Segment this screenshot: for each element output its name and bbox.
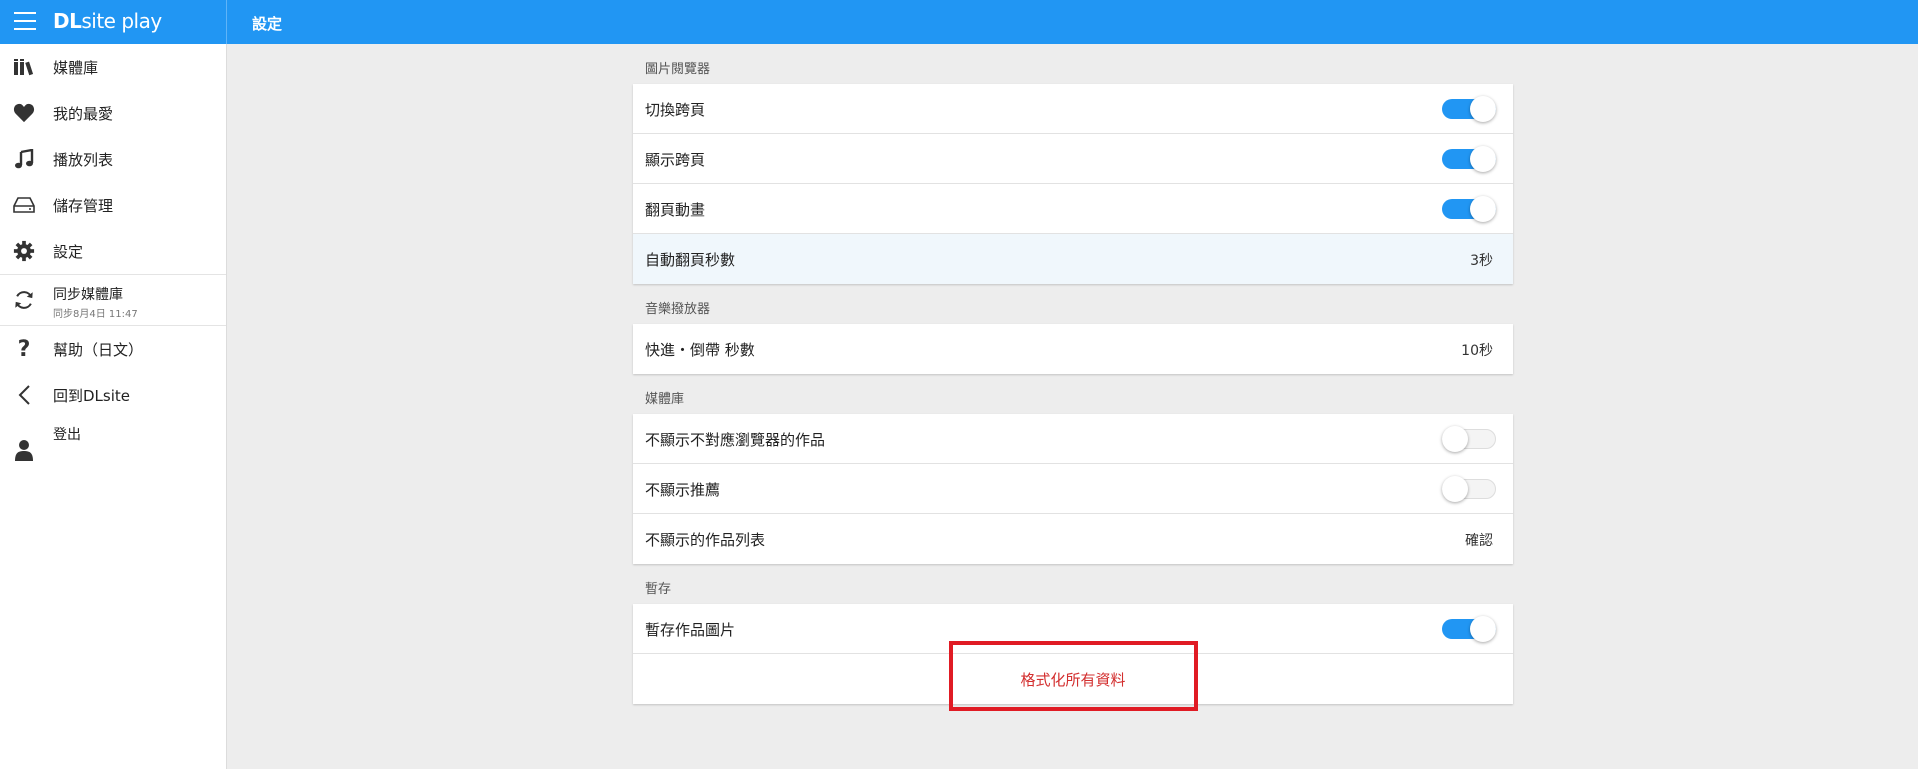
sidebar-item-label: 登出 bbox=[53, 427, 81, 443]
sidebar-item-logout[interactable]: 登出 bbox=[0, 418, 226, 464]
format-all-data-button[interactable]: 格式化所有資料 bbox=[633, 669, 1513, 690]
section-heading-cache: 暫存 bbox=[645, 582, 672, 597]
setting-label: 不顯示不對應瀏覽器的作品 bbox=[645, 431, 826, 449]
sidebar-item-playlist[interactable]: 播放列表 bbox=[0, 136, 226, 182]
section-heading-music-player: 音樂撥放器 bbox=[645, 302, 711, 317]
settings-content: 圖片閱覽器 切換跨頁 顯示跨頁 翻頁動畫 自動翻頁秒數 3秒 音樂撥放器 快進・… bbox=[633, 44, 1513, 704]
sidebar-item-favorites[interactable]: 我的最愛 bbox=[0, 90, 226, 136]
sidebar-item-label: 儲存管理 bbox=[53, 196, 114, 215]
setting-label: 切換跨頁 bbox=[645, 101, 706, 119]
logo-main-text: DL bbox=[53, 9, 82, 33]
setting-label: 自動翻頁秒數 bbox=[645, 251, 736, 269]
hide-unsupported-toggle[interactable] bbox=[1442, 426, 1496, 452]
setting-label: 不顯示的作品列表 bbox=[645, 531, 766, 549]
cache-images-toggle[interactable] bbox=[1442, 616, 1496, 642]
music-note-icon bbox=[12, 147, 36, 171]
setting-row-seek-seconds[interactable]: 快進・倒帶 秒數 10秒 bbox=[633, 324, 1513, 374]
sidebar-item-help[interactable]: ? 幫助（日文） bbox=[0, 326, 226, 372]
setting-row-spread-switch[interactable]: 切換跨頁 bbox=[633, 84, 1513, 134]
sync-icon bbox=[12, 288, 36, 312]
spread-switch-toggle[interactable] bbox=[1442, 96, 1496, 122]
sidebar-item-back-to-dlsite[interactable]: 回到DLsite bbox=[0, 372, 226, 418]
sidebar-item-label: 回到DLsite bbox=[53, 386, 130, 405]
section-heading-image-viewer: 圖片閱覽器 bbox=[645, 62, 711, 77]
sidebar-item-settings[interactable]: 設定 bbox=[0, 228, 226, 274]
heart-icon bbox=[12, 101, 36, 125]
setting-label: 快進・倒帶 秒數 bbox=[645, 341, 755, 359]
app-logo[interactable]: DLsite play bbox=[53, 9, 162, 33]
sidebar-item-label: 設定 bbox=[53, 242, 84, 261]
sidebar-item-label: 媒體庫 bbox=[53, 58, 99, 77]
page-title: 設定 bbox=[252, 15, 283, 33]
show-spread-toggle[interactable] bbox=[1442, 146, 1496, 172]
top-bar: DLsite play 設定 bbox=[0, 0, 1918, 44]
setting-label: 暫存作品圖片 bbox=[645, 621, 736, 639]
setting-label: 顯示跨頁 bbox=[645, 151, 706, 169]
sidebar-item-label: 同步媒體庫 bbox=[53, 287, 123, 303]
app-window: DLsite play 設定 媒體庫 我的最愛 播放列表 儲存管理 設定 同步媒… bbox=[0, 0, 1918, 769]
setting-label: 不顯示推薦 bbox=[645, 481, 721, 499]
sidebar-item-library[interactable]: 媒體庫 bbox=[0, 44, 226, 90]
sidebar-item-label: 我的最愛 bbox=[53, 104, 114, 123]
auto-page-seconds-value: 3秒 bbox=[1470, 253, 1493, 269]
setting-row-page-animation[interactable]: 翻頁動畫 bbox=[633, 184, 1513, 234]
library-icon bbox=[12, 55, 36, 79]
setting-row-hidden-works-list[interactable]: 不顯示的作品列表 確認 bbox=[633, 514, 1513, 564]
storage-icon bbox=[12, 193, 36, 217]
page-animation-toggle[interactable] bbox=[1442, 196, 1496, 222]
sync-timestamp: 同步8月4日 11:47 bbox=[53, 309, 138, 320]
library-card: 不顯示不對應瀏覽器的作品 不顯示推薦 不顯示的作品列表 確認 bbox=[633, 414, 1513, 564]
sidebar-item-sync-library[interactable]: 同步媒體庫 同步8月4日 11:47 bbox=[0, 274, 226, 326]
sidebar-item-storage[interactable]: 儲存管理 bbox=[0, 182, 226, 228]
image-viewer-card: 切換跨頁 顯示跨頁 翻頁動畫 自動翻頁秒數 3秒 bbox=[633, 84, 1513, 284]
setting-row-cache-images[interactable]: 暫存作品圖片 bbox=[633, 604, 1513, 654]
hamburger-menu-icon[interactable] bbox=[14, 12, 36, 32]
music-player-card: 快進・倒帶 秒數 10秒 bbox=[633, 324, 1513, 374]
format-all-data-row[interactable]: 格式化所有資料 bbox=[633, 654, 1513, 704]
cache-card: 暫存作品圖片 格式化所有資料 bbox=[633, 604, 1513, 704]
brand-area: DLsite play bbox=[0, 0, 227, 44]
setting-label: 翻頁動畫 bbox=[645, 201, 706, 219]
setting-row-show-spread[interactable]: 顯示跨頁 bbox=[633, 134, 1513, 184]
hide-recommendations-toggle[interactable] bbox=[1442, 476, 1496, 502]
sidebar-item-label: 幫助（日文） bbox=[53, 340, 144, 359]
sidebar-item-label: 播放列表 bbox=[53, 150, 114, 169]
confirm-link[interactable]: 確認 bbox=[1465, 530, 1493, 550]
setting-row-hide-unsupported[interactable]: 不顯示不對應瀏覽器的作品 bbox=[633, 414, 1513, 464]
logo-rest-text: site play bbox=[81, 9, 162, 33]
seek-seconds-value: 10秒 bbox=[1461, 343, 1493, 359]
user-icon bbox=[12, 438, 36, 462]
section-heading-library: 媒體庫 bbox=[645, 392, 685, 407]
help-icon: ? bbox=[17, 336, 31, 362]
chevron-left-icon bbox=[12, 383, 36, 407]
setting-row-hide-recommendations[interactable]: 不顯示推薦 bbox=[633, 464, 1513, 514]
sidebar: 媒體庫 我的最愛 播放列表 儲存管理 設定 同步媒體庫 同步8月4日 11:47… bbox=[0, 44, 227, 769]
gear-icon bbox=[12, 239, 36, 263]
setting-row-auto-page-seconds[interactable]: 自動翻頁秒數 3秒 bbox=[633, 234, 1513, 284]
